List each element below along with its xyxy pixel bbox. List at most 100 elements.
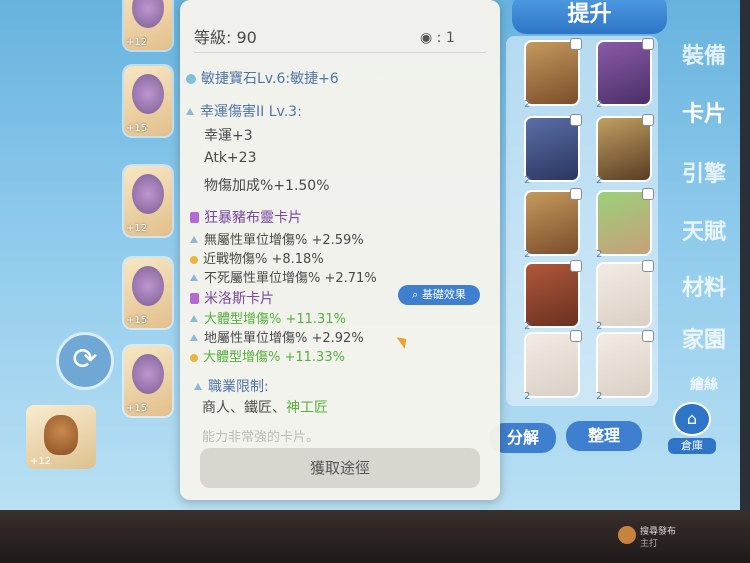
- lock-icon: [570, 260, 582, 272]
- card-tag: 2: [524, 391, 531, 402]
- equip-art: [132, 266, 164, 306]
- equip-slot[interactable]: +15: [124, 346, 172, 416]
- card2-line: 地屬性單位增傷% +2.92%: [190, 327, 364, 346]
- skill-line: 物傷加成%+1.50%: [204, 178, 330, 194]
- equip-slot[interactable]: +12: [124, 0, 172, 50]
- triangle-icon: [186, 108, 194, 115]
- compare-button[interactable]: ⌕ 基礎效果: [398, 285, 480, 305]
- triangle-icon: [194, 383, 202, 390]
- card-tag: 2: [596, 321, 603, 332]
- equip-art: [132, 74, 164, 114]
- nav-equipment[interactable]: 裝備: [668, 38, 740, 70]
- organize-button[interactable]: 整理: [566, 421, 642, 451]
- card-item[interactable]: 2: [524, 38, 582, 110]
- star-icon: [190, 256, 198, 264]
- nav-cards[interactable]: 卡片: [668, 96, 740, 128]
- warehouse-icon: ⌂: [673, 402, 711, 436]
- equip-art: [132, 0, 164, 28]
- game-screen: +12 +15 +12 +15 +15 ⟳ +12 提升 2 2 2 2 2 2…: [0, 0, 740, 510]
- app-icon: [618, 526, 636, 544]
- nav-engine[interactable]: 引擎: [668, 156, 740, 188]
- refresh-icon: ⟳: [72, 342, 98, 377]
- equip-slot[interactable]: +15: [124, 66, 172, 136]
- card-item[interactable]: 2: [596, 188, 654, 260]
- equip-level: +12: [126, 37, 148, 48]
- triangle-icon: [190, 315, 198, 322]
- card-item[interactable]: 2: [524, 188, 582, 260]
- star-icon: [190, 354, 198, 362]
- job-title-text: 職業限制:: [208, 379, 269, 395]
- card-item[interactable]: 2: [596, 330, 654, 402]
- taskbar-notification[interactable]: 搜尋發布 主打: [600, 524, 750, 550]
- card-tag: 2: [596, 99, 603, 110]
- card-tag: 2: [524, 99, 531, 110]
- nav-materials[interactable]: 材料: [668, 270, 740, 302]
- lock-icon: [570, 114, 582, 126]
- card2-line: 大體型增傷% +11.31%: [190, 308, 346, 327]
- lock-icon: [570, 330, 582, 342]
- card-grid: 2 2 2 2 2 2 2 2 2 2: [506, 36, 658, 406]
- job-list-text: 商人、鐵匠、: [202, 400, 286, 416]
- card2-name: 米洛斯卡片: [204, 291, 274, 307]
- upgrade-button[interactable]: 提升: [512, 0, 667, 34]
- obtain-button[interactable]: 獲取途徑: [200, 448, 480, 488]
- equip-slot[interactable]: +15: [124, 258, 172, 328]
- triangle-icon: [190, 274, 198, 281]
- equip-art: [132, 354, 164, 394]
- job-title: 職業限制:: [194, 376, 269, 396]
- compare-label: 基礎效果: [421, 288, 466, 301]
- card-icon: [190, 212, 199, 223]
- card-item[interactable]: 2: [524, 330, 582, 402]
- warehouse-label: 倉庫: [668, 438, 716, 454]
- item-detail-popup: 等級: 90 ◉ : 1 敏捷寶石Lv.6:敏捷+6 幸運傷害II Lv.3: …: [180, 0, 500, 500]
- card2-title: 米洛斯卡片: [190, 288, 274, 308]
- job-list: 商人、鐵匠、神工匠: [202, 397, 328, 417]
- equip-slot[interactable]: +12: [124, 166, 172, 236]
- card1-line-text: 不死屬性單位增傷% +2.71%: [204, 271, 377, 286]
- card-tag: 2: [524, 249, 531, 260]
- warehouse-button[interactable]: ⌂ 倉庫: [668, 402, 716, 454]
- nav-talent[interactable]: 天賦: [668, 214, 740, 246]
- triangle-icon: [190, 236, 198, 243]
- card-tag: 2: [596, 249, 603, 260]
- nav-extra[interactable]: 繪絲: [668, 374, 740, 394]
- card-item[interactable]: 2: [524, 260, 582, 332]
- pet-level: +12: [30, 456, 52, 467]
- bear-pet-icon: [44, 415, 78, 455]
- notification-line: 主打: [640, 539, 659, 549]
- magnifier-icon: ⌕: [412, 288, 422, 301]
- card-item[interactable]: 2: [596, 114, 654, 186]
- lock-icon: [570, 188, 582, 200]
- equip-level: +15: [126, 315, 148, 326]
- flavor-text: 能力非常強的卡片。: [202, 430, 320, 445]
- card1-line: 無屬性單位增傷% +2.59%: [190, 229, 364, 248]
- card1-line-text: 近戰物傷% +8.18%: [203, 252, 324, 267]
- card2-line-text: 大體型增傷% +11.31%: [204, 312, 346, 327]
- card-item[interactable]: 2: [524, 114, 582, 186]
- lock-icon: [642, 188, 654, 200]
- equip-art: [132, 174, 164, 214]
- card-item[interactable]: 2: [596, 38, 654, 110]
- level-label: 等級: 90: [194, 28, 257, 47]
- equip-level: +15: [126, 403, 148, 414]
- card-icon: [190, 293, 199, 304]
- card-item[interactable]: 2: [596, 260, 654, 332]
- card2-line-text: 大體型增傷% +11.33%: [203, 350, 345, 365]
- gem-line: 敏捷寶石Lv.6:敏捷+6: [186, 68, 339, 88]
- lock-icon: [642, 330, 654, 342]
- refresh-button[interactable]: ⟳: [56, 332, 114, 390]
- pet-slot[interactable]: +12: [26, 405, 96, 469]
- nav-home[interactable]: 家園: [668, 322, 740, 354]
- card1-title: 狂暴豬布靈卡片: [190, 207, 302, 227]
- card1-line-text: 無屬性單位增傷% +2.59%: [204, 233, 364, 248]
- card2-line: 大體型增傷% +11.33%: [190, 346, 345, 365]
- gem-text: 敏捷寶石Lv.6:敏捷+6: [201, 71, 339, 87]
- lock-icon: [642, 260, 654, 272]
- card-tag: 2: [596, 175, 603, 186]
- view-count-value: 1: [445, 30, 455, 46]
- skill-title: 幸運傷害II Lv.3:: [186, 101, 302, 121]
- header-divider: [194, 52, 486, 53]
- job-highlight: 神工匠: [286, 400, 328, 416]
- card2-line-text: 地屬性單位增傷% +2.92%: [204, 331, 364, 346]
- card1-line: 不死屬性單位增傷% +2.71%: [190, 267, 377, 286]
